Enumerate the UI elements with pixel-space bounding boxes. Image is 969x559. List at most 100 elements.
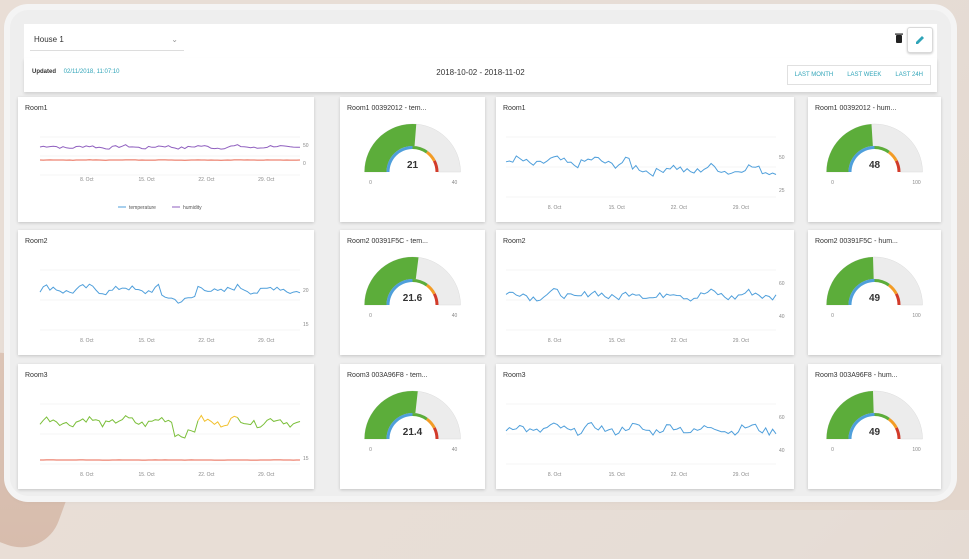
- x-tick-label: 29. Oct: [258, 177, 275, 183]
- x-tick-label: 29. Oct: [258, 472, 275, 478]
- gauge-min-label: 0: [831, 313, 834, 319]
- x-tick-label: 8. Oct: [80, 177, 94, 183]
- gauge: 21 0 40: [340, 97, 485, 222]
- edit-button[interactable]: [907, 27, 933, 53]
- date-start: 2018-10-02: [436, 68, 477, 77]
- line-chart: 50258. Oct15. Oct22. Oct29. Oct: [496, 97, 794, 222]
- line-chart: 5008. Oct15. Oct22. Oct29. Octtemperatur…: [18, 97, 314, 222]
- gauge-max-label: 100: [912, 180, 921, 186]
- gauge-min-label: 0: [369, 313, 372, 319]
- y-tick-label: 15: [303, 456, 309, 462]
- x-tick-label: 15. Oct: [139, 472, 156, 478]
- gauge-value: 49: [869, 427, 881, 438]
- gauge-title: Room3 003A96F8 - tem...: [347, 372, 428, 379]
- date-separator: -: [479, 68, 482, 77]
- gauge-title: Room2 00391F5C - hum...: [815, 238, 898, 245]
- chart-title: Room1: [25, 105, 48, 112]
- trash-icon[interactable]: [895, 33, 903, 43]
- gauge-title: Room1 00392012 - hum...: [815, 105, 896, 112]
- x-tick-label: 15. Oct: [609, 205, 626, 211]
- x-tick-label: 29. Oct: [258, 338, 275, 344]
- x-tick-label: 22. Oct: [198, 472, 215, 478]
- gauge-value: 21: [407, 160, 419, 171]
- gauge-value: 21.6: [403, 293, 423, 304]
- y-tick-label: 50: [303, 143, 309, 149]
- x-tick-label: 15. Oct: [139, 338, 156, 344]
- chart-title: Room1: [503, 105, 526, 112]
- series-line: [40, 284, 300, 303]
- y-tick-label: 0: [303, 161, 306, 167]
- x-tick-label: 22. Oct: [198, 338, 215, 344]
- x-tick-label: 22. Oct: [671, 205, 688, 211]
- x-tick-label: 8. Oct: [548, 338, 562, 344]
- gauge-value: 48: [869, 160, 881, 171]
- gauge-min-label: 0: [831, 447, 834, 453]
- line-chart: 60408. Oct15. Oct22. Oct29. Oct: [496, 230, 794, 355]
- series-line: [506, 156, 776, 176]
- dashboard-window: House 1 ⌄ Updated 02/11/2018, 11:07:10 2…: [10, 10, 951, 496]
- gauge: 490100: [808, 230, 941, 355]
- y-tick-label: 25: [779, 188, 785, 194]
- humidity-chart-card: 60408. Oct15. Oct22. Oct29. OctRoom3: [496, 364, 794, 489]
- series-line: [506, 423, 776, 436]
- x-tick-label: 8. Oct: [548, 205, 562, 211]
- temperature-gauge-card: 21 0 40 Room1 00392012 - tem...: [340, 97, 485, 222]
- gauge: 21.4040: [340, 364, 485, 489]
- temperature-gauge-card: 21.4040Room3 003A96F8 - tem...: [340, 364, 485, 489]
- chart-title: Room3: [503, 372, 526, 379]
- gauge-title: Room3 003A96F8 - hum...: [815, 372, 898, 379]
- y-tick-label: 50: [779, 155, 785, 161]
- x-tick-label: 22. Oct: [671, 338, 688, 344]
- gauge-min-label: 0: [369, 180, 372, 186]
- x-tick-label: 29. Oct: [733, 338, 750, 344]
- y-tick-label: 40: [779, 314, 785, 320]
- line-chart: 60408. Oct15. Oct22. Oct29. Oct: [496, 364, 794, 489]
- series-line: [198, 416, 238, 428]
- gauge-max-label: 100: [912, 313, 921, 319]
- gauge-max-label: 40: [452, 313, 458, 319]
- range-buttons: LAST MONTH LAST WEEK LAST 24H: [787, 65, 931, 85]
- last-24h-button[interactable]: LAST 24H: [888, 66, 930, 84]
- last-month-button[interactable]: LAST MONTH: [788, 66, 841, 84]
- series-line: [506, 289, 776, 301]
- top-bar: House 1 ⌄: [24, 24, 937, 59]
- gauge: 490100: [808, 364, 941, 489]
- chevron-down-icon: ⌄: [171, 30, 178, 50]
- x-tick-label: 15. Oct: [609, 338, 626, 344]
- last-week-button[interactable]: LAST WEEK: [840, 66, 888, 84]
- room-chart-card: 15 8. Oct 15. Oct 22. Oct 29. Oct Room3: [18, 364, 314, 489]
- gauge: 480100: [808, 97, 941, 222]
- room-chart-card: 5008. Oct15. Oct22. Oct29. Octtemperatur…: [18, 97, 314, 222]
- gauge-value: 21.4: [403, 427, 423, 438]
- humidity-gauge-card: 490100Room2 00391F5C - hum...: [808, 230, 941, 355]
- x-tick-label: 29. Oct: [733, 472, 750, 478]
- y-tick-label: 20: [303, 288, 309, 294]
- chart-title: Room2: [503, 238, 526, 245]
- line-chart: 20 15 8. Oct 15. Oct 22. Oct 29. Oct: [18, 230, 314, 355]
- gauge-max-label: 40: [452, 447, 458, 453]
- x-tick-label: 8. Oct: [80, 472, 94, 478]
- toolbar: Updated 02/11/2018, 11:07:10 2018-10-02 …: [24, 58, 937, 92]
- room-chart-card: 20158. Oct15. Oct22. Oct29. OctRoom2: [18, 230, 314, 355]
- gauge-max-label: 40: [452, 180, 458, 186]
- series-line: [40, 145, 300, 149]
- gauge-title: Room2 00391F5C - tem...: [347, 238, 428, 245]
- legend-item[interactable]: humidity: [183, 205, 202, 211]
- gauge-title: Room1 00392012 - tem...: [347, 105, 426, 112]
- line-chart: 15 8. Oct 15. Oct 22. Oct 29. Oct: [18, 364, 314, 489]
- legend-item[interactable]: temperature: [129, 205, 156, 211]
- humidity-gauge-card: 490100Room3 003A96F8 - hum...: [808, 364, 941, 489]
- house-select[interactable]: House 1 ⌄: [30, 30, 184, 51]
- pencil-icon: [908, 28, 932, 52]
- series-line: [238, 418, 301, 428]
- temperature-gauge-card: 21.6 0 40 Room2 00391F5C - tem...: [340, 230, 485, 355]
- x-tick-label: 22. Oct: [671, 472, 688, 478]
- humidity-chart-card: 60408. Oct15. Oct22. Oct29. OctRoom2: [496, 230, 794, 355]
- humidity-gauge-card: 480100Room1 00392012 - hum...: [808, 97, 941, 222]
- chart-title: Room3: [25, 372, 48, 379]
- date-end: 2018-11-02: [484, 68, 524, 77]
- gauge: 21.6 0 40: [340, 230, 485, 355]
- series-line: [40, 416, 198, 438]
- y-tick-label: 15: [303, 322, 309, 328]
- x-tick-label: 8. Oct: [80, 338, 94, 344]
